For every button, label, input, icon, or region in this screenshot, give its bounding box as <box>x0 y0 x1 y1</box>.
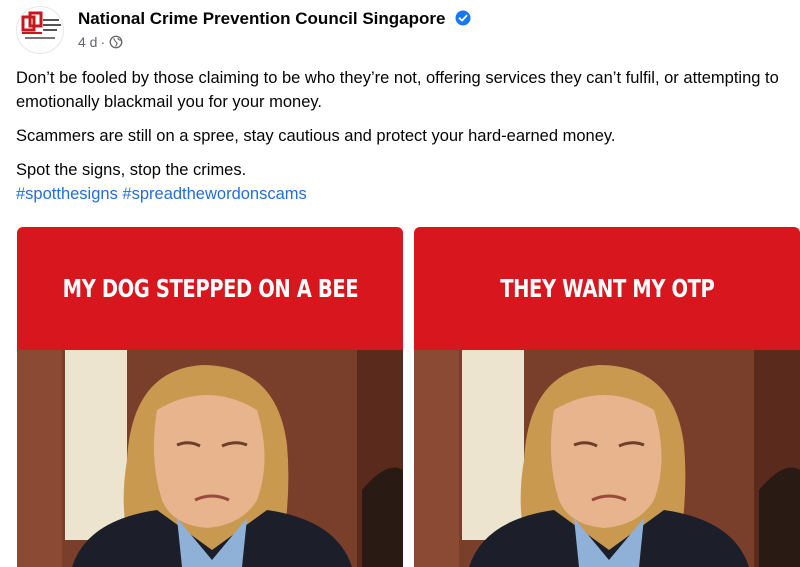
post-paragraph: Scammers are still on a spree, stay caut… <box>16 127 616 145</box>
post-paragraph: Spot the signs, stop the crimes. <box>16 161 247 179</box>
meme-banner: MY DOG STEPPED ON A BEE <box>17 227 403 350</box>
post-image-tile[interactable]: THEY WANT MY OTP <box>414 227 800 567</box>
hashtag-link[interactable]: #spreadthewordonscams <box>122 185 306 203</box>
globe-icon[interactable] <box>109 35 123 49</box>
post-paragraph: Don’t be fooled by those claiming to be … <box>16 69 779 111</box>
meme-caption: MY DOG STEPPED ON A BEE <box>62 274 358 303</box>
page-avatar[interactable] <box>16 6 64 54</box>
post-body: Don’t be fooled by those claiming to be … <box>16 66 791 206</box>
page-name-text[interactable]: National Crime Prevention Council Singap… <box>78 9 445 28</box>
hashtag-list: #spotthesigns #spreadthewordonscams <box>16 182 791 206</box>
ncpc-logo-icon <box>21 11 61 39</box>
meta-separator: · <box>100 34 106 50</box>
hashtag-link[interactable]: #spotthesigns <box>16 185 118 203</box>
verified-badge-icon <box>455 10 471 26</box>
meme-photo <box>17 350 403 567</box>
meme-photo <box>414 350 800 567</box>
post-meta: 4 d · <box>78 34 123 50</box>
post-image-tile[interactable]: MY DOG STEPPED ON A BEE <box>17 227 403 567</box>
meme-caption: THEY WANT MY OTP <box>499 274 715 303</box>
page-name-link[interactable]: National Crime Prevention Council Singap… <box>78 9 471 29</box>
post-image-gallery: MY DOG STEPPED ON A BEE THEY WANT MY OTP <box>17 227 800 567</box>
post-header: National Crime Prevention Council Singap… <box>16 6 796 54</box>
post-timestamp[interactable]: 4 d <box>78 34 97 50</box>
meme-banner: THEY WANT MY OTP <box>414 227 800 350</box>
